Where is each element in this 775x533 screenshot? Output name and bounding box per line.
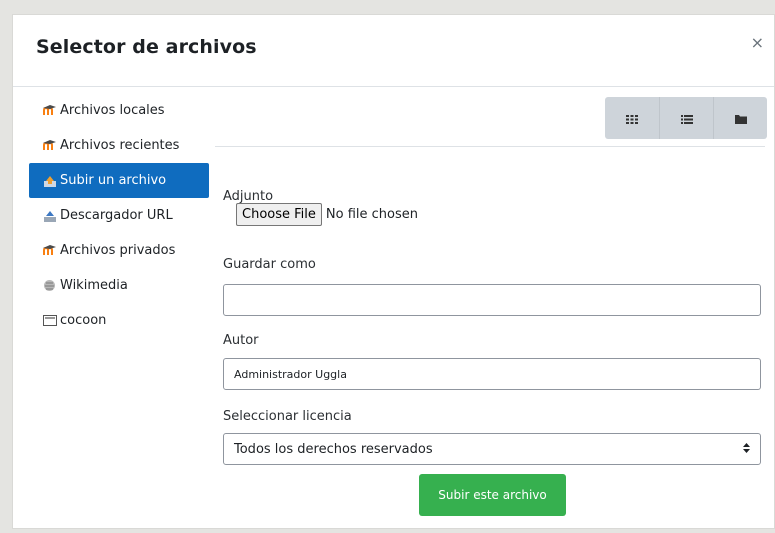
no-file-text: No file chosen [325,207,418,222]
folder-view-icon [734,109,747,128]
attachment-label: Adjunto [223,189,274,204]
upload-icon [42,174,57,187]
cocoon-icon [42,314,57,327]
url-download-icon [42,209,57,222]
choose-file-button[interactable]: Choose File [236,203,322,226]
author-input[interactable] [223,358,761,390]
sidebar-item-label: Descargador URL [60,208,173,223]
license-select[interactable]: Todos los derechos reservados [223,433,761,465]
upload-file-button[interactable]: Subir este archivo [419,474,566,516]
view-toolbar [215,97,767,147]
author-label: Autor [223,333,259,348]
dialog-title: Selector de archivos [36,36,257,58]
dialog-header: Selector de archivos × [13,15,774,87]
folder-view-button[interactable] [713,97,767,139]
sidebar-item-archivos-privados[interactable]: Archivos privados [29,233,209,268]
upload-panel: Adjunto Choose File No file chosen Guard… [215,93,774,528]
license-selected-value: Todos los derechos reservados [234,441,433,457]
sidebar-item-archivos-recientes[interactable]: Archivos recientes [29,128,209,163]
select-arrows-icon [743,442,750,456]
moodle-icon [42,244,57,257]
sidebar-item-label: cocoon [60,313,107,328]
list-view-icon [680,109,693,128]
save-as-label: Guardar como [223,257,316,272]
wikimedia-icon [42,279,57,292]
repository-sidebar: Archivos locales Archivos recientes Subi… [29,93,209,338]
file-picker-dialog: Selector de archivos × Archivos locales … [12,14,775,529]
moodle-icon [42,104,57,117]
sidebar-item-label: Archivos locales [60,103,165,118]
file-input: Choose File No file chosen [236,203,418,226]
sidebar-item-cocoon[interactable]: cocoon [29,303,209,338]
moodle-icon [42,139,57,152]
view-switcher [605,97,767,139]
license-label: Seleccionar licencia [223,409,352,424]
sidebar-item-archivos-locales[interactable]: Archivos locales [29,93,209,128]
grid-view-icon [626,109,638,128]
sidebar-item-wikimedia[interactable]: Wikimedia [29,268,209,303]
save-as-input[interactable] [223,284,761,316]
sidebar-item-descargador-url[interactable]: Descargador URL [29,198,209,233]
sidebar-item-label: Subir un archivo [60,173,167,188]
list-view-button[interactable] [659,97,713,139]
sidebar-item-label: Archivos recientes [60,138,180,153]
close-button[interactable]: × [751,35,764,51]
sidebar-item-subir-archivo[interactable]: Subir un archivo [29,163,209,198]
sidebar-item-label: Wikimedia [60,278,128,293]
sidebar-item-label: Archivos privados [60,243,176,258]
grid-view-button[interactable] [605,97,659,139]
